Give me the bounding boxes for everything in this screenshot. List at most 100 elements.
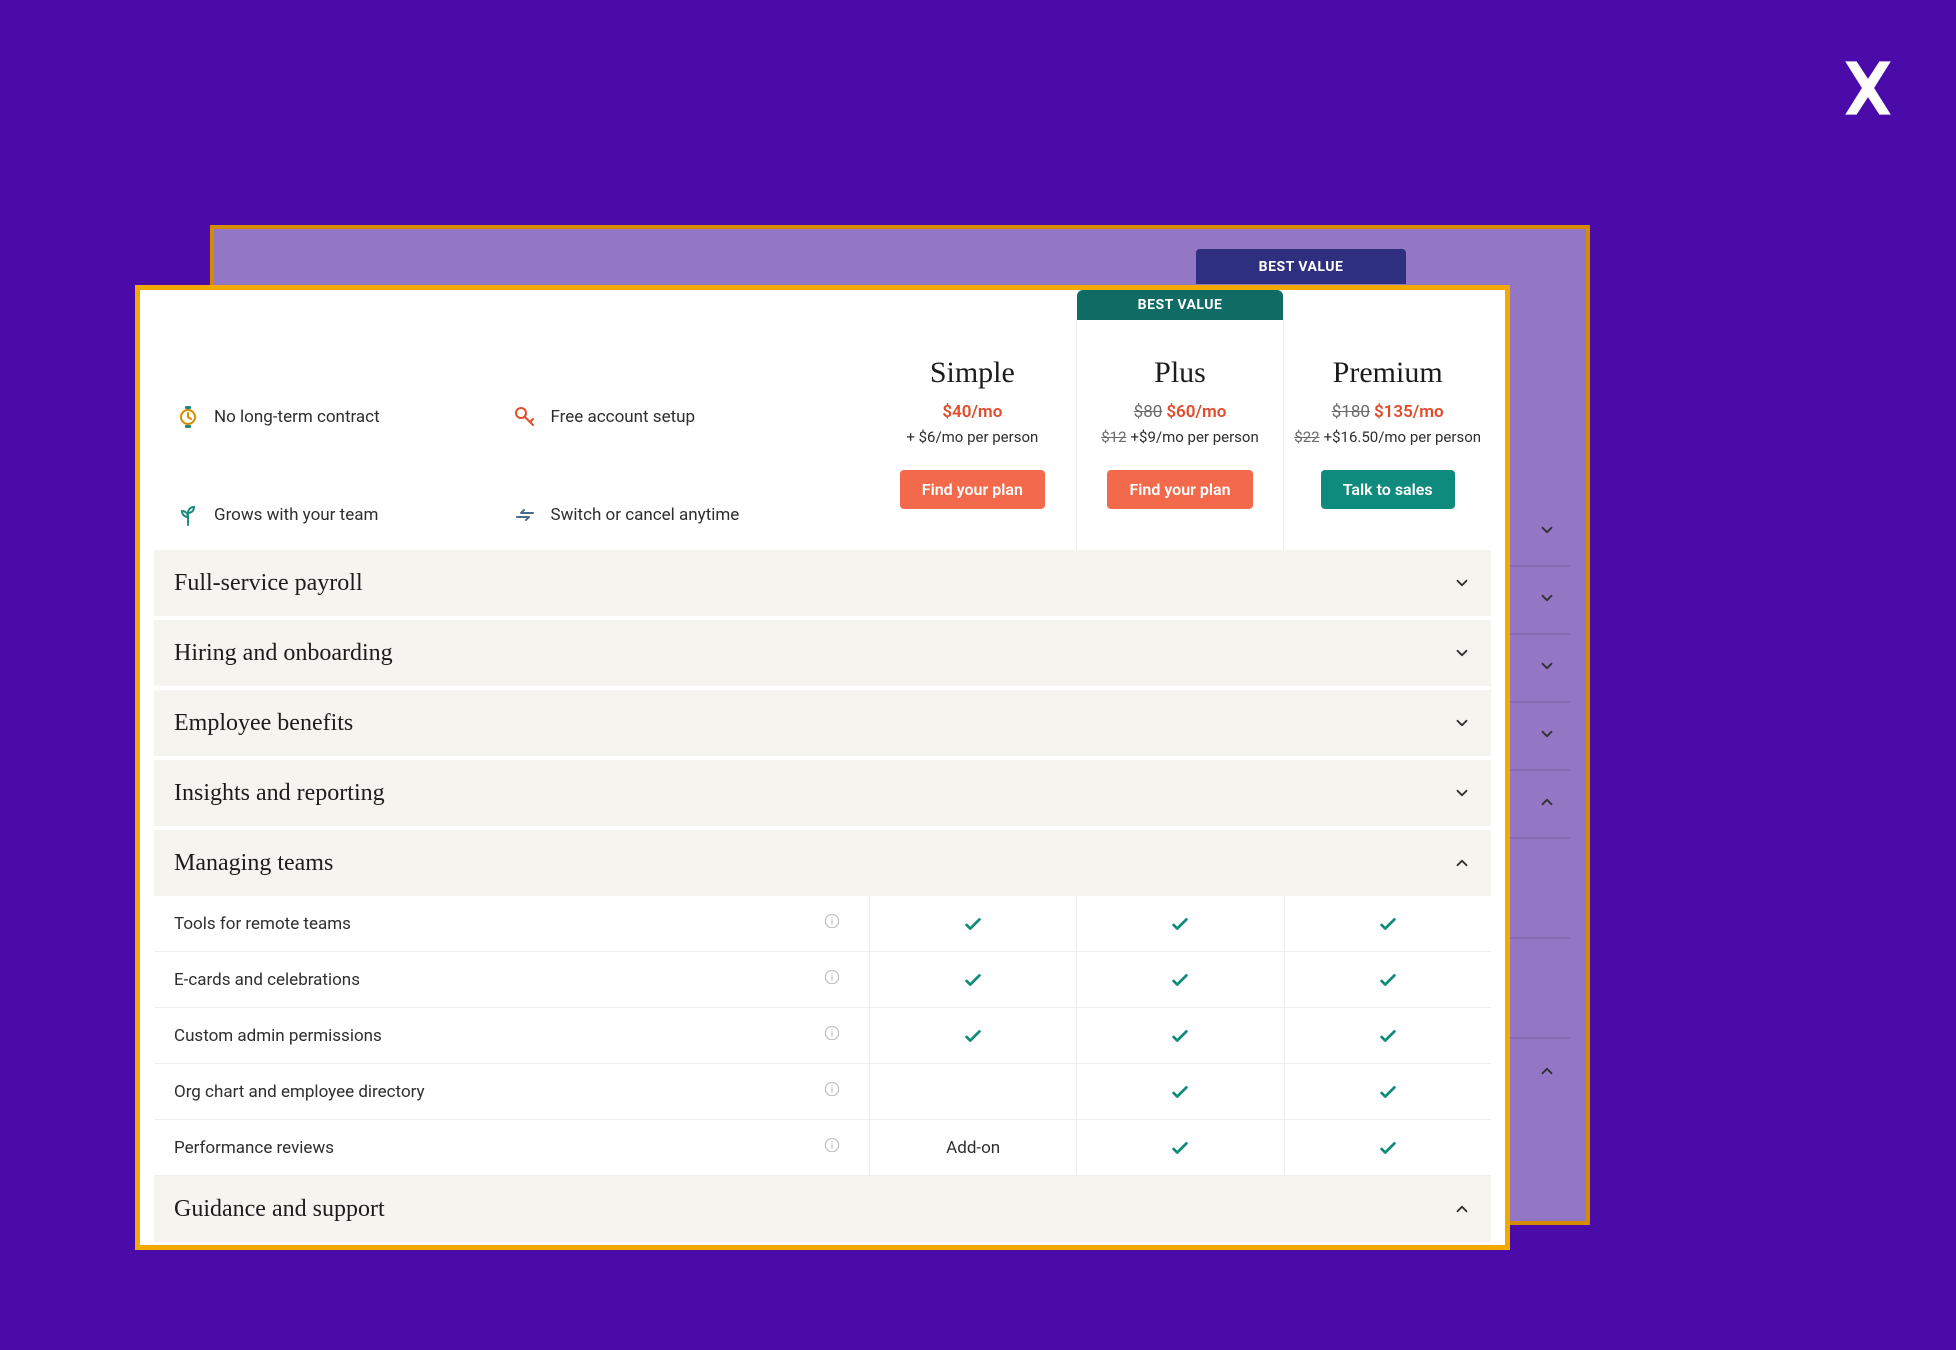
feature-row: Performance reviewsAdd-on [154,1120,1491,1176]
info-icon[interactable] [824,969,840,985]
key-icon [513,405,537,429]
plan-price: $180$135/mo [1284,402,1491,422]
check-icon [962,913,984,935]
chevron-down-icon [1538,521,1556,539]
check-icon [1169,913,1191,935]
watch-icon [176,405,200,429]
perk-label: Switch or cancel anytime [551,505,740,525]
check-icon [1169,1081,1191,1103]
feature-label: Custom admin permissions [154,1026,794,1046]
feature-info[interactable] [794,1081,869,1102]
plan-price: $40/mo [869,402,1076,422]
check-icon [1169,1137,1191,1159]
perks-grid: No long-term contract Free account setup… [154,320,869,550]
plan-per-person: + $6/mo per person [869,428,1076,446]
feature-cell [1076,1120,1283,1175]
feature-cell [1284,952,1491,1007]
brand-logo [1830,50,1906,126]
feature-cell [1076,952,1283,1007]
check-icon [1169,1025,1191,1047]
plan-cta-plus[interactable]: Find your plan [1107,470,1252,509]
section-insights-reporting[interactable]: Insights and reporting [154,760,1491,826]
chevron-down-icon [1453,644,1471,662]
section-title: Hiring and onboarding [174,640,393,667]
plan-name: Plus [1077,356,1284,390]
feature-cell [869,952,1076,1007]
plan-plus: BEST VALUE Plus $80$60/mo $12+$9/mo per … [1076,320,1284,550]
check-icon [1377,1081,1399,1103]
feature-cell [1284,1120,1491,1175]
plan-cta-premium[interactable]: Talk to sales [1321,470,1455,509]
chevron-up-icon [1538,1062,1556,1080]
feature-cell [1284,1064,1491,1119]
check-icon [1377,969,1399,991]
pricing-card: No long-term contract Free account setup… [135,285,1510,1250]
check-icon [1169,969,1191,991]
feature-sections: Full-service payroll Hiring and onboardi… [154,550,1491,1242]
chevron-down-icon [1538,657,1556,675]
info-icon[interactable] [824,1081,840,1097]
info-icon[interactable] [824,913,840,929]
section-guidance-support[interactable]: Guidance and support [154,1176,1491,1242]
perk-label: Grows with your team [214,505,378,525]
feature-info[interactable] [794,1025,869,1046]
check-icon [1377,913,1399,935]
chevron-down-icon [1538,589,1556,607]
plan-name: Premium [1284,356,1491,390]
feature-cell [869,1008,1076,1063]
info-icon[interactable] [824,1137,840,1153]
section-employee-benefits[interactable]: Employee benefits [154,690,1491,756]
plan-price: $80$60/mo [1077,402,1284,422]
plan-simple: Simple $40/mo + $6/mo per person Find yo… [869,320,1076,550]
plan-per-person: $12+$9/mo per person [1077,428,1284,446]
x-logo-icon [1830,50,1906,126]
back-best-value-badge: BEST VALUE [1196,249,1406,284]
section-full-service-payroll[interactable]: Full-service payroll [154,550,1491,616]
check-icon [962,1025,984,1047]
chevron-up-icon [1453,1200,1471,1218]
plan-cta-simple[interactable]: Find your plan [900,470,1045,509]
section-title: Full-service payroll [174,570,363,597]
chevron-down-icon [1453,784,1471,802]
chevron-down-icon [1453,574,1471,592]
feature-info[interactable] [794,913,869,934]
feature-cell [869,896,1076,951]
feature-cell [1284,896,1491,951]
grow-icon [176,503,200,527]
best-value-badge: BEST VALUE [1077,290,1284,320]
section-managing-teams[interactable]: Managing teams [154,830,1491,896]
feature-cell [1076,1008,1283,1063]
feature-info[interactable] [794,1137,869,1158]
feature-row: Custom admin permissions [154,1008,1491,1064]
feature-cell [1076,1064,1283,1119]
feature-cell [1284,1008,1491,1063]
section-title: Managing teams [174,850,333,877]
section-title: Employee benefits [174,710,353,737]
check-icon [1377,1025,1399,1047]
feature-row: Tools for remote teams [154,896,1491,952]
chevron-down-icon [1453,714,1471,732]
feature-label: Org chart and employee directory [154,1082,794,1102]
check-icon [962,969,984,991]
chevron-down-icon [1538,725,1556,743]
managing-teams-table: Tools for remote teams E-cards and celebr… [154,896,1491,1176]
info-icon[interactable] [824,1025,840,1041]
plan-per-person: $22+$16.50/mo per person [1284,428,1491,446]
feature-label: Performance reviews [154,1138,794,1158]
pricing-header: No long-term contract Free account setup… [154,290,1491,550]
section-title: Insights and reporting [174,780,385,807]
section-hiring-onboarding[interactable]: Hiring and onboarding [154,620,1491,686]
feature-row: Org chart and employee directory [154,1064,1491,1120]
feature-cell [869,1064,1076,1119]
section-title: Guidance and support [174,1196,385,1223]
feature-cell [1076,896,1283,951]
check-icon [1377,1137,1399,1159]
plan-name: Simple [869,356,1076,390]
perk-label: No long-term contract [214,407,380,427]
chevron-up-icon [1538,793,1556,811]
feature-info[interactable] [794,969,869,990]
perk-no-contract: No long-term contract [176,382,513,452]
perk-free-setup: Free account setup [513,382,850,452]
feature-row: E-cards and celebrations [154,952,1491,1008]
feature-label: Tools for remote teams [154,914,794,934]
